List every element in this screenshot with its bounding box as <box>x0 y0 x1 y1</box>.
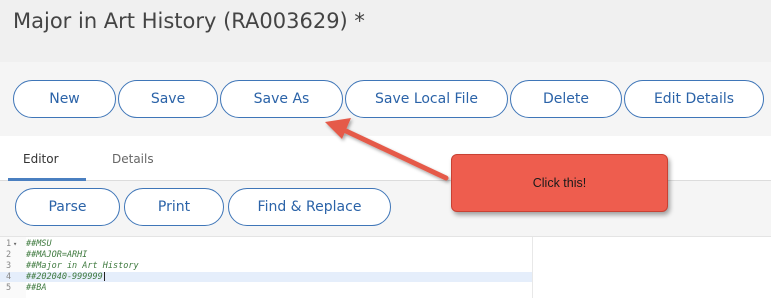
code-line[interactable]: 5 ##BA <box>0 283 532 293</box>
save-button[interactable]: Save <box>118 80 218 118</box>
title-bar: Major in Art History (RA003629) * <box>0 0 771 62</box>
code-line[interactable]: 1 ▾ ##MSU <box>0 239 532 249</box>
parse-button[interactable]: Parse <box>15 188 120 226</box>
save-local-file-button[interactable]: Save Local File <box>345 80 508 118</box>
line-number: 1 <box>6 239 12 249</box>
line-number: 5 <box>6 283 12 293</box>
new-button[interactable]: New <box>13 80 116 118</box>
find-replace-button[interactable]: Find & Replace <box>228 188 391 226</box>
tab-details[interactable]: Details <box>112 152 154 166</box>
line-number: 2 <box>6 250 12 260</box>
page-title: Major in Art History (RA003629) * <box>13 9 365 33</box>
code-line[interactable]: 3 ##Major in Art History <box>0 261 532 271</box>
line-number: 4 <box>6 272 12 282</box>
print-margin <box>532 237 533 298</box>
fold-arrow-icon[interactable]: ▾ <box>13 239 17 249</box>
annotation-callout: Click this! <box>451 154 668 212</box>
print-button[interactable]: Print <box>124 188 224 226</box>
line-text: ##MSU <box>26 239 52 249</box>
code-editor[interactable]: 1 ▾ ##MSU 2 ##MAJOR=ARHI 3 ##Major in Ar… <box>0 236 771 298</box>
save-as-button[interactable]: Save As <box>220 80 343 118</box>
line-text: ##202040-999999 <box>26 272 103 282</box>
delete-button[interactable]: Delete <box>510 80 622 118</box>
line-text: ##BA <box>26 283 47 293</box>
line-text: ##Major in Art History <box>26 261 139 271</box>
line-number: 3 <box>6 261 12 271</box>
code-line-active[interactable]: 4 ##202040-999999 <box>0 272 532 282</box>
tab-editor[interactable]: Editor <box>23 152 59 166</box>
line-text: ##MAJOR=ARHI <box>26 250 88 260</box>
main-toolbar: New Save Save As Save Local File Delete … <box>0 62 771 136</box>
code-line[interactable]: 2 ##MAJOR=ARHI <box>0 250 532 260</box>
edit-details-button[interactable]: Edit Details <box>624 80 764 118</box>
text-cursor <box>103 272 105 281</box>
